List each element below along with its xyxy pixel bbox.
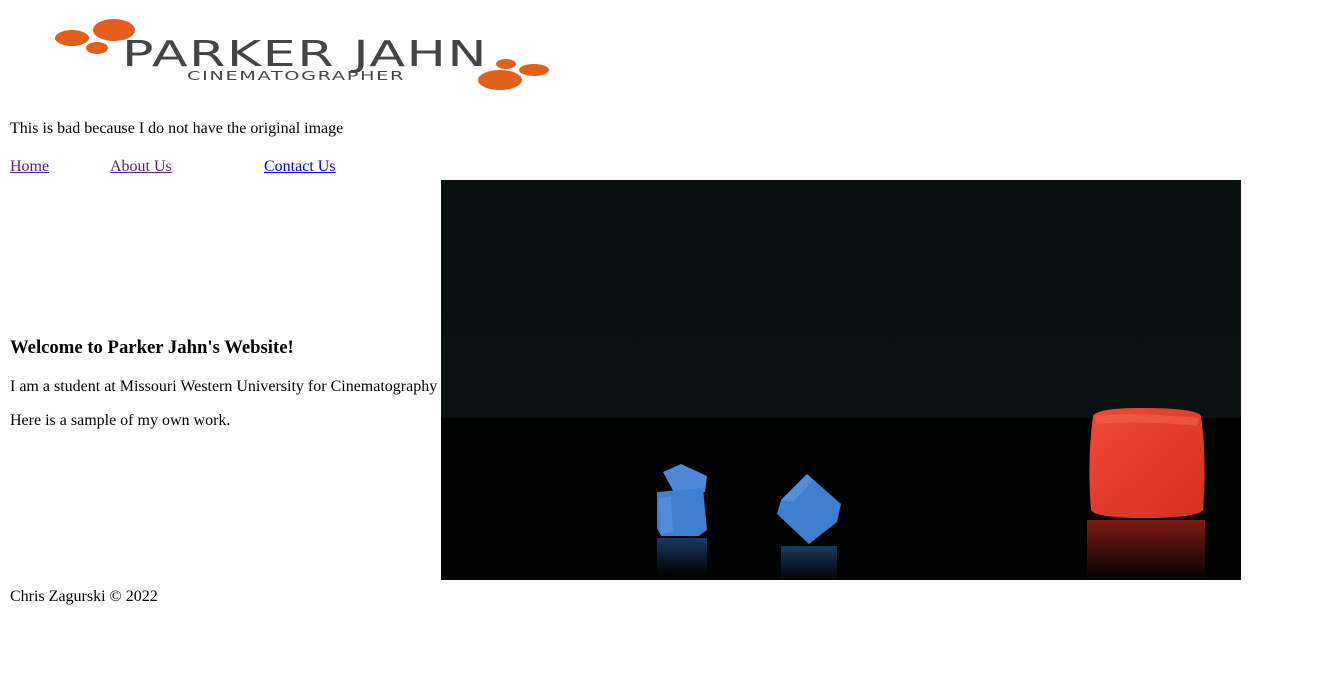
nav-link-about-us[interactable]: About Us (110, 158, 172, 176)
logo-dot (86, 42, 108, 54)
note-text: This is bad because I do not have the or… (10, 120, 344, 137)
page: PARKER JAHN CINEMATOGRAPHER This is bad … (0, 0, 1318, 698)
nav-link-contact-us[interactable]: Contact Us (264, 158, 336, 176)
main-nav: Home About Us Contact Us (10, 158, 430, 176)
logo-dot (55, 30, 89, 46)
sample-text: Here is a sample of my own work. (10, 412, 231, 429)
logo-dot (478, 70, 522, 90)
logo-tagline: CINEMATOGRAPHER (187, 69, 405, 83)
red-clay-cube (1087, 408, 1205, 580)
sample-work-video[interactable] (441, 180, 1241, 580)
backdrop-wall (441, 180, 1241, 420)
logo-dot (519, 64, 549, 76)
logo-dot (496, 59, 516, 69)
footer-copyright: Chris Zagurski © 2022 (10, 588, 158, 605)
intro-text: I am a student at Missouri Western Unive… (10, 378, 438, 395)
site-logo: PARKER JAHN CINEMATOGRAPHER (52, 16, 552, 94)
welcome-heading: Welcome to Parker Jahn's Website! (10, 337, 294, 358)
nav-link-home[interactable]: Home (10, 158, 49, 176)
